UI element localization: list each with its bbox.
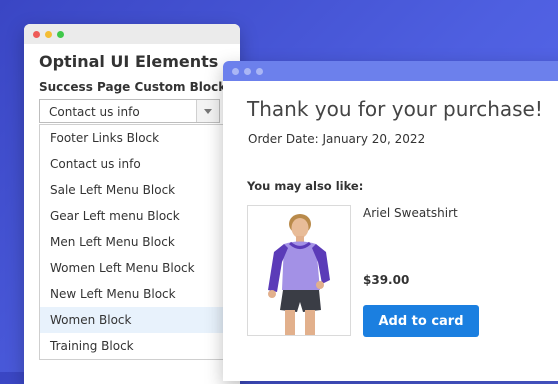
store-window-titlebar <box>223 61 558 81</box>
dropdown-option[interactable]: Men Left Menu Block <box>40 229 223 255</box>
admin-panel-title: Optinal UI Elements <box>39 52 219 71</box>
thank-you-heading: Thank you for your purchase! <box>247 97 543 121</box>
dropdown-option-selected[interactable]: Women Block <box>40 307 223 333</box>
block-options-dropdown: Footer Links Block Contact us info Sale … <box>39 124 224 360</box>
window-dot[interactable] <box>256 68 263 75</box>
product-name[interactable]: Ariel Sweatshirt <box>363 206 458 220</box>
minimize-window-dot[interactable] <box>45 31 52 38</box>
dropdown-option[interactable]: Training Block <box>40 333 223 359</box>
select-current-value: Contact us info <box>49 105 140 119</box>
recommendations-label: You may also like: <box>247 179 364 193</box>
close-window-dot[interactable] <box>33 31 40 38</box>
dropdown-option[interactable]: Footer Links Block <box>40 125 223 151</box>
dropdown-option[interactable]: Sale Left Menu Block <box>40 177 223 203</box>
dropdown-option[interactable]: Gear Left menu Block <box>40 203 223 229</box>
maximize-window-dot[interactable] <box>57 31 64 38</box>
window-dot[interactable] <box>232 68 239 75</box>
success-block-select[interactable]: Contact us info <box>39 99 220 123</box>
dropdown-option[interactable]: New Left Menu Block <box>40 281 223 307</box>
sweatshirt-model-illustration <box>268 214 330 335</box>
product-price: $39.00 <box>363 273 410 287</box>
dropdown-option[interactable]: Women Left Menu Block <box>40 255 223 281</box>
success-block-label: Success Page Custom Block <box>39 80 227 94</box>
product-image[interactable] <box>247 205 351 336</box>
success-page-window: Thank you for your purchase! Order Date:… <box>223 61 558 381</box>
order-date: Order Date: January 20, 2022 <box>248 132 426 146</box>
select-toggle-button[interactable] <box>196 100 219 122</box>
admin-window-titlebar <box>24 24 240 44</box>
dropdown-option[interactable]: Contact us info <box>40 151 223 177</box>
chevron-down-icon <box>204 109 212 114</box>
window-dot[interactable] <box>244 68 251 75</box>
add-to-cart-button[interactable]: Add to card <box>363 305 479 337</box>
admin-settings-window: Optinal UI Elements Success Page Custom … <box>24 24 240 384</box>
